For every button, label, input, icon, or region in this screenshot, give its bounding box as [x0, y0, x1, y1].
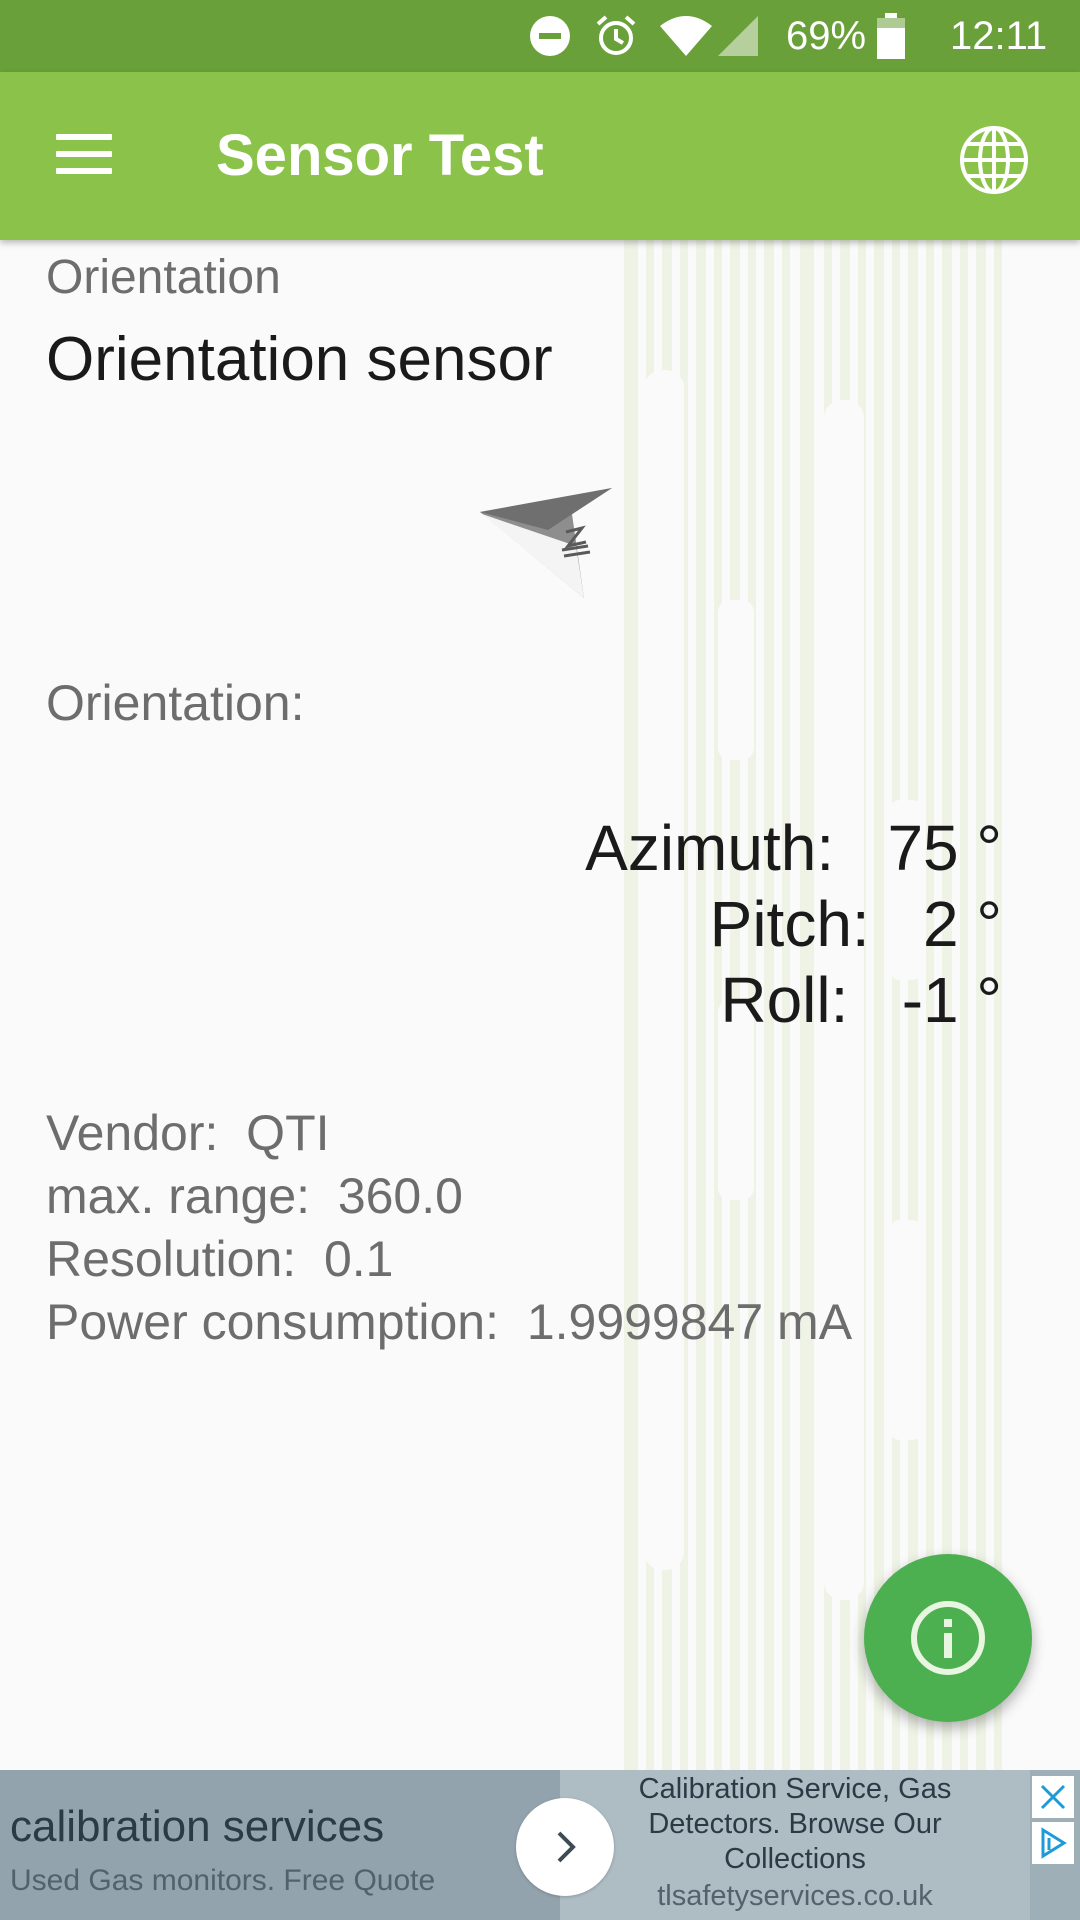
- spec-row-resolution: Resolution: 0.1: [46, 1228, 852, 1291]
- spec-value: 0.1: [323, 1231, 394, 1287]
- chevron-right-icon: [557, 1831, 576, 1863]
- ad-subline: Used Gas monitors. Free Quote: [10, 1864, 436, 1897]
- reading-row-roll: Roll: -1 °: [585, 962, 1002, 1038]
- app-title: Sensor Test: [216, 123, 544, 188]
- alarm-icon: [594, 0, 638, 72]
- reading-label: Pitch:: [709, 888, 870, 960]
- ad-open-button[interactable]: [516, 1798, 614, 1896]
- spec-label: Resolution:: [46, 1231, 297, 1287]
- reading-row-azimuth: Azimuth: 75 °: [585, 810, 1002, 886]
- reading-label: Azimuth:: [585, 812, 835, 884]
- wifi-icon: [658, 0, 714, 72]
- spec-value: 1.9999847 mA: [526, 1294, 853, 1350]
- ad-description-line: Collections: [724, 1843, 866, 1875]
- ad-description: Calibration Service, Gas Detectors. Brow…: [560, 1770, 1030, 1877]
- sensor-name: Orientation sensor: [46, 325, 553, 394]
- reading-label: Roll:: [720, 964, 849, 1036]
- info-icon: [911, 1601, 985, 1675]
- spec-value: QTI: [246, 1105, 330, 1161]
- ad-choices-button[interactable]: [1032, 1822, 1074, 1864]
- ad-domain[interactable]: tlsafetyservices.co.uk: [560, 1880, 1030, 1913]
- spec-label: Vendor:: [46, 1105, 219, 1161]
- ad-choices-icon: [1041, 1827, 1067, 1859]
- language-button[interactable]: [952, 118, 1036, 202]
- spec-row-power: Power consumption: 1.9999847 mA: [46, 1291, 852, 1354]
- battery-percent: 69%: [786, 13, 867, 58]
- ad-description-line: Detectors. Browse Our: [648, 1808, 942, 1840]
- spec-label: max. range:: [46, 1168, 311, 1224]
- reading-row-pitch: Pitch: 2 °: [585, 886, 1002, 962]
- sensor-specs: Vendor: QTI max. range: 360.0 Resolution…: [46, 1102, 852, 1354]
- battery-icon: [876, 0, 906, 72]
- close-icon: [1040, 1784, 1066, 1810]
- menu-button[interactable]: [42, 112, 126, 196]
- ad-banner[interactable]: calibration services Used Gas monitors. …: [0, 1770, 1080, 1920]
- ad-description-line: Calibration Service, Gas: [638, 1773, 952, 1805]
- cellular-signal-icon: [716, 0, 760, 72]
- do-not-disturb-icon: [528, 0, 572, 72]
- ad-right-panel[interactable]: Calibration Service, Gas Detectors. Brow…: [560, 1770, 1030, 1920]
- sensor-content: Orientation Orientation sensor Orientati…: [0, 240, 1080, 1770]
- globe-icon: [960, 126, 1028, 194]
- ad-left-panel[interactable]: calibration services Used Gas monitors. …: [0, 1770, 560, 1920]
- info-fab-button[interactable]: [864, 1554, 1032, 1722]
- hamburger-menu-icon: [56, 134, 112, 174]
- ad-headline[interactable]: calibration services: [10, 1802, 384, 1852]
- spec-label: Power consumption:: [46, 1294, 500, 1350]
- reading-value: 2 °: [923, 888, 1002, 960]
- reading-value: 75 °: [887, 812, 1002, 884]
- compass-arrow-icon: [480, 488, 612, 598]
- spec-value: 360.0: [337, 1168, 463, 1224]
- spec-row-vendor: Vendor: QTI: [46, 1102, 852, 1165]
- status-bar: 69% 12:11: [0, 0, 1080, 72]
- reading-value: -1 °: [901, 964, 1002, 1036]
- orientation-section-label: Orientation:: [46, 675, 305, 731]
- app-bar: Sensor Test: [0, 72, 1080, 240]
- ad-close-button[interactable]: [1032, 1776, 1074, 1818]
- sensor-category: Orientation: [46, 251, 281, 304]
- clock: 12:11: [950, 13, 1048, 58]
- spec-row-max-range: max. range: 360.0: [46, 1165, 852, 1228]
- orientation-readings: Azimuth: 75 ° Pitch: 2 ° Roll: -1 °: [585, 810, 1002, 1038]
